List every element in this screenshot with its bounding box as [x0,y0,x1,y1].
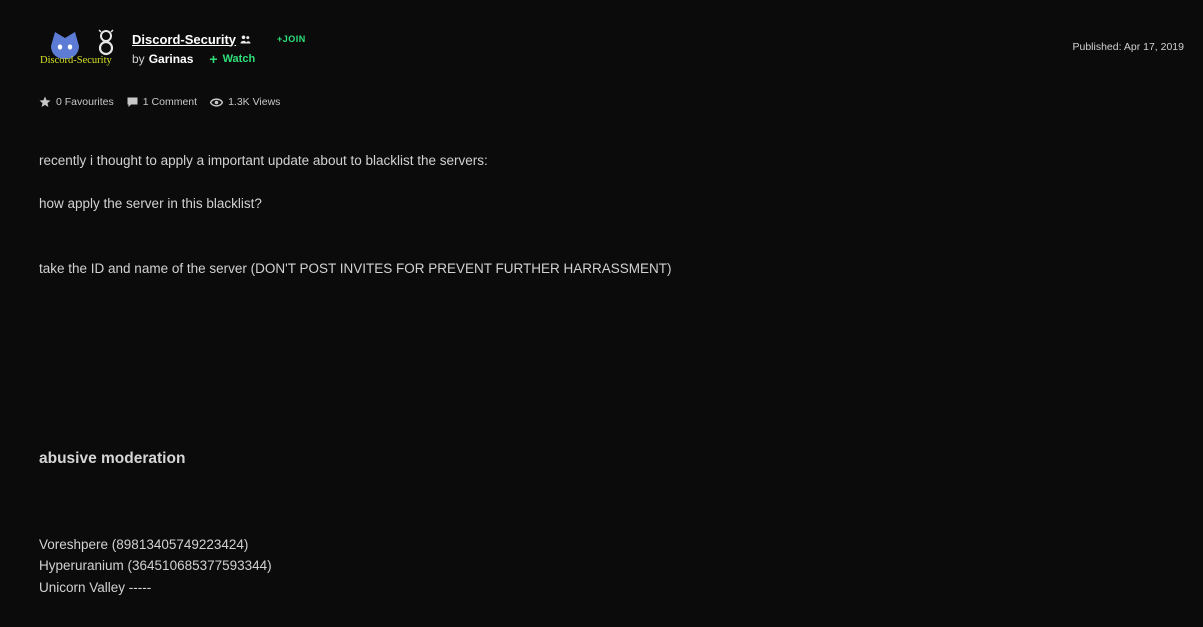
comment-bubble-icon [127,97,138,107]
views-count: 1.3K Views [228,96,281,108]
comments-count: 1 Comment [142,96,198,108]
server-list-item: Unicorn Valley ----- [39,580,152,595]
favourites-stat[interactable]: 0 Favourites [39,96,114,108]
section-heading: abusive moderation [39,450,186,467]
server-list-item: Voreshpere (89813405749223424) [39,537,249,552]
group-row: Discord-Security +JOIN [132,30,306,48]
stats-bar: 0 Favourites 1 Comment 1.3K Views [39,96,293,108]
favourites-count: 0 Favourites [56,96,114,108]
deviation-page: Discord-Security Discord-Security +JOIN … [0,0,1203,627]
server-list-item: Hyperuranium (364510685377593344) [39,558,272,573]
title-block: Discord-Security +JOIN by Garinas + Watc… [132,30,306,68]
by-label: by [132,52,145,66]
join-button[interactable]: +JOIN [277,34,306,44]
watch-button[interactable]: + Watch [209,52,255,66]
published-date: Published: Apr 17, 2019 [1072,41,1184,53]
author-row: by Garinas + Watch [132,50,306,68]
avatar-caption: Discord-Security [40,55,112,66]
group-members-icon [240,35,251,44]
watch-label: Watch [222,53,256,65]
author-link[interactable]: Garinas [149,52,194,66]
plus-icon: + [209,51,218,67]
body-paragraph-3: take the ID and name of the server (DON'… [39,261,672,276]
body-paragraph-1: recently i thought to apply a important … [39,153,488,168]
body-paragraph-2: how apply the server in this blacklist? [39,196,262,211]
discord-logo-icon: Discord-Security [40,29,114,66]
eye-icon [210,97,224,107]
group-avatar[interactable]: Discord-Security [39,28,119,68]
group-name-link[interactable]: Discord-Security [132,32,236,47]
star-icon [39,96,51,107]
views-stat: 1.3K Views [210,96,280,108]
comments-stat[interactable]: 1 Comment [127,96,197,108]
